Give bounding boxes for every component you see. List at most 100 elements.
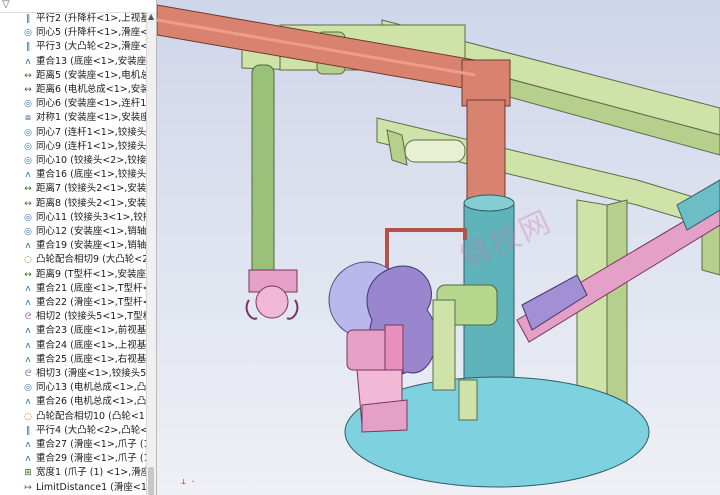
mate-tree-item-label: 宽度1 (爪子 (1) <1>,滑座 xyxy=(36,467,147,479)
mate-tree-item-label: 距离9 (T型杆<1>,安装座< xyxy=(36,268,147,280)
cam-mate-icon: ◌ xyxy=(24,411,32,422)
mate-tree-item[interactable]: ◎ 同心11 (铰接头3<1>,铰接 xyxy=(0,211,147,225)
mate-tree-item-label: 对称1 (安装座<1>,安装座< xyxy=(36,112,147,124)
mate-tree-item-label: 同心11 (铰接头3<1>,铰接 xyxy=(36,211,147,223)
mate-tree-item-label: 同心12 (安装座<1>,销轴< xyxy=(36,226,147,237)
mate-tree-item-label: 平行4 (大凸轮<2>,凸轮<1 xyxy=(36,424,147,436)
mate-tree-item[interactable]: ◎ 同心5 (升降杆<1>,滑座<1 xyxy=(0,26,147,40)
tangent-mate-icon: ᘓ xyxy=(24,369,32,379)
coincident-mate-icon: ʌ xyxy=(25,440,31,450)
mate-tree-item-label: 距离7 (铰接头2<1>,安装座 xyxy=(36,183,147,195)
mate-tree-item[interactable]: ⧈ 对称1 (安装座<1>,安装座< xyxy=(0,111,147,125)
concentric-mate-icon: ◎ xyxy=(24,383,32,394)
mate-tree-item[interactable]: ∥ 平行2 (升降杆<1>,上视基准 xyxy=(0,12,147,26)
width-mate-icon: ⊞ xyxy=(24,468,32,479)
coincident-mate-icon: ʌ xyxy=(25,170,31,181)
mate-tree-item[interactable]: ʌ 重合27 (滑座<1>,爪子 (1 xyxy=(0,438,147,452)
distance-mate-icon: ↔ xyxy=(24,198,32,209)
coincident-mate-icon: ʌ xyxy=(25,298,31,308)
mate-tree-item-label: 平行2 (升降杆<1>,上视基准 xyxy=(36,13,147,24)
mate-tree-item-label: 相切3 (滑座<1>,铰接头5< xyxy=(36,368,147,379)
distance-mate-icon: ↔ xyxy=(24,70,32,81)
mate-tree-item-label: 距离6 (电机总成<1>,安装座 xyxy=(36,84,147,95)
axis-triad-icon: ⊥ · xyxy=(181,477,196,486)
mate-tree-item[interactable]: ᘓ 相切3 (滑座<1>,铰接头5< xyxy=(0,367,147,381)
cam-mate-icon: ◌ xyxy=(24,255,32,266)
mate-tree-item-label: 相切2 (铰接头5<1>,T型杆 xyxy=(36,311,147,323)
mate-tree-item-label: 凸轮配合相切9 (大凸轮<2: xyxy=(36,254,147,266)
mate-tree-item[interactable]: ʌ 重合21 (底座<1>,T型杆<1 xyxy=(0,282,147,296)
concentric-mate-icon: ◎ xyxy=(24,99,32,110)
mate-tree-item[interactable]: ᘓ 相切2 (铰接头5<1>,T型杆 xyxy=(0,310,147,324)
3d-viewport[interactable]: 锦技网 ⊥ · xyxy=(157,0,720,495)
concentric-mate-icon: ◎ xyxy=(24,141,32,152)
mate-tree-item[interactable]: ʌ 重合25 (底座<1>,右视基准 xyxy=(0,353,147,367)
mate-tree-item-label: 重合16 (底座<1>,铰接头2 xyxy=(36,169,147,181)
mate-tree-item-label: 距离5 (安装座<1>,电机总成 xyxy=(36,69,147,81)
mate-tree-item[interactable]: ʌ 重合16 (底座<1>,铰接头2 xyxy=(0,168,147,182)
assembly-model[interactable] xyxy=(157,0,720,495)
scrollbar-thumb[interactable] xyxy=(148,467,154,495)
mate-tree-item[interactable]: ∥ 平行3 (大凸轮<2>,滑座<1 xyxy=(0,40,147,54)
mate-tree-item[interactable]: ↔ 距离7 (铰接头2<1>,安装座 xyxy=(0,182,147,196)
mate-tree-item-label: 重合23 (底座<1>,前视基准 xyxy=(36,325,147,337)
mate-tree-item[interactable]: ∥ 平行4 (大凸轮<2>,凸轮<1 xyxy=(0,424,147,438)
mate-tree-item[interactable]: ↔ 距离9 (T型杆<1>,安装座< xyxy=(0,268,147,282)
mate-tree-item[interactable]: ʌ 重合19 (安装座<1>,销轴< xyxy=(0,239,147,253)
coincident-mate-icon: ʌ xyxy=(25,56,31,67)
mate-tree-item-label: 重合13 (底座<1>,安装座< xyxy=(36,55,147,67)
coincident-mate-icon: ʌ xyxy=(25,241,31,252)
mate-tree-item[interactable]: ʌ 重合23 (底座<1>,前视基准 xyxy=(0,324,147,338)
symmetric-mate-icon: ⧈ xyxy=(25,113,31,124)
mate-tree-item-label: 同心13 (电机总成<1>,凸轮 xyxy=(36,382,147,394)
mate-tree-item[interactable]: ʌ 重合22 (滑座<1>,T型杆<1 xyxy=(0,296,147,310)
coincident-mate-icon: ʌ xyxy=(25,354,31,365)
mate-tree-item[interactable]: ʌ 重合13 (底座<1>,安装座< xyxy=(0,55,147,69)
mate-tree-item-label: 距离8 (铰接头2<1>,安装座 xyxy=(36,197,147,209)
mate-tree-item-label: 平行3 (大凸轮<2>,滑座<1 xyxy=(36,41,147,53)
mate-tree-item-label: 重合26 (电机总成<1>,凸轮 xyxy=(36,396,147,408)
concentric-mate-icon: ◎ xyxy=(24,227,32,237)
mate-tree-item-label: 重合25 (底座<1>,右视基准 xyxy=(36,353,147,365)
limit-distance-icon: ↦ xyxy=(24,482,32,493)
mate-tree-item[interactable]: ↔ 距离8 (铰接头2<1>,安装座 xyxy=(0,197,147,211)
tree-scrollbar[interactable]: ▲ xyxy=(146,12,156,495)
mate-tree-item[interactable]: ↦ LimitDistance1 (滑座<1>, xyxy=(0,481,147,495)
mate-tree-item[interactable]: ʌ 重合29 (滑座<1>,爪子 (1 xyxy=(0,452,147,466)
mate-tree-item[interactable]: ◎ 同心7 (连杆1<1>,铰接头5 xyxy=(0,126,147,140)
mate-tree-item[interactable]: ◎ 同心13 (电机总成<1>,凸轮 xyxy=(0,381,147,395)
distance-mate-icon: ↔ xyxy=(24,184,32,195)
mate-tree-item-label: LimitDistance1 (滑座<1>, xyxy=(36,481,147,493)
mate-tree-item[interactable]: ◎ 同心6 (安装座<1>,连杆1< xyxy=(0,97,147,111)
mate-tree-item[interactable]: ◌ 凸轮配合相切9 (大凸轮<2: xyxy=(0,253,147,267)
filter-icon[interactable]: ▽ xyxy=(2,0,10,10)
gripper-claw xyxy=(245,269,299,320)
concentric-mate-icon: ◎ xyxy=(24,212,32,223)
mate-tree-item-label: 同心9 (连杆1<1>,铰接头< xyxy=(36,140,147,152)
coincident-mate-icon: ʌ xyxy=(25,397,31,408)
coincident-mate-icon: ʌ xyxy=(25,283,31,294)
parallel-mate-icon: ∥ xyxy=(25,425,31,436)
mate-tree-item[interactable]: ◌ 凸轮配合相切10 (凸轮<1> xyxy=(0,410,147,424)
mate-tree-item[interactable]: ◎ 同心12 (安装座<1>,销轴< xyxy=(0,225,147,239)
mate-tree-item[interactable]: ◎ 同心10 (铰接头<2>,铰接头 xyxy=(0,154,147,168)
mate-tree-item-label: 同心5 (升降杆<1>,滑座<1 xyxy=(36,27,147,39)
mate-tree-item[interactable]: ⊞ 宽度1 (爪子 (1) <1>,滑座 xyxy=(0,466,147,480)
mate-tree-item[interactable]: ↔ 距离6 (电机总成<1>,安装座 xyxy=(0,83,147,97)
concentric-mate-icon: ◎ xyxy=(24,127,32,138)
parallel-mate-icon: ∥ xyxy=(25,42,31,53)
mate-tree-item-label: 重合24 (底座<1>,上视基准 xyxy=(36,339,147,351)
mate-tree-item[interactable]: ◎ 同心9 (连杆1<1>,铰接头< xyxy=(0,140,147,154)
mate-tree-item[interactable]: ↔ 距离5 (安装座<1>,电机总成 xyxy=(0,69,147,83)
mate-tree-item-label: 重合19 (安装座<1>,销轴< xyxy=(36,240,147,252)
coincident-mate-icon: ʌ xyxy=(25,454,31,465)
mate-tree-item-label: 同心10 (铰接头<2>,铰接头 xyxy=(36,155,147,166)
mate-tree-item-label: 重合21 (底座<1>,T型杆<1 xyxy=(36,282,147,294)
mate-tree-item-label: 凸轮配合相切10 (凸轮<1> xyxy=(36,410,147,422)
feature-tree-panel: ▽ ∥ 平行2 (升降杆<1>,上视基准 ◎ 同心5 (升降杆<1>,滑座<1 ∥ 平行3… xyxy=(0,0,157,495)
mate-tree-item-label: 同心6 (安装座<1>,连杆1< xyxy=(36,98,147,110)
scroll-up-arrow-icon[interactable]: ▲ xyxy=(148,12,154,21)
mate-tree-item[interactable]: ʌ 重合26 (电机总成<1>,凸轮 xyxy=(0,395,147,409)
coincident-mate-icon: ʌ xyxy=(25,340,31,351)
mate-tree-item[interactable]: ʌ 重合24 (底座<1>,上视基准 xyxy=(0,339,147,353)
